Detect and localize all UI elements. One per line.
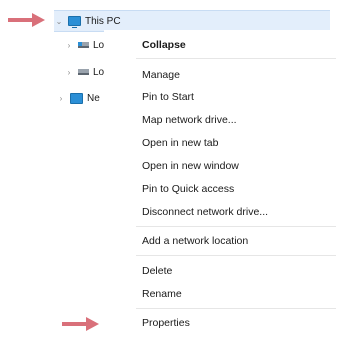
drive-icon	[78, 69, 89, 75]
menu-item-collapse[interactable]: Collapse	[142, 38, 186, 52]
explorer-screenshot: ⌄ This PC › Lo › Lo › Ne Collapse Manage…	[0, 0, 347, 339]
computer-icon	[68, 16, 81, 28]
network-icon	[70, 92, 83, 104]
menu-item-pin-to-start[interactable]: Pin to Start	[142, 90, 194, 104]
menu-item-manage[interactable]: Manage	[142, 68, 180, 82]
menu-item-rename[interactable]: Rename	[142, 287, 182, 301]
context-menu: Collapse Manage Pin to Start Map network…	[104, 30, 347, 339]
annotation-arrow-icon	[62, 317, 99, 331]
tree-item-local-disk-c[interactable]: › Lo	[64, 35, 104, 55]
menu-separator	[136, 308, 336, 309]
menu-separator	[136, 226, 336, 227]
menu-item-properties[interactable]: Properties	[142, 316, 190, 330]
tree-item-label: This PC	[85, 15, 121, 27]
chevron-right-icon[interactable]: ›	[64, 67, 74, 77]
menu-item-delete[interactable]: Delete	[142, 264, 172, 278]
chevron-right-icon[interactable]: ›	[64, 40, 74, 50]
tree-item-local-disk-d[interactable]: › Lo	[64, 62, 104, 82]
tree-item-this-pc[interactable]: ⌄ This PC	[54, 10, 330, 32]
menu-item-add-network-location[interactable]: Add a network location	[142, 234, 248, 248]
menu-item-map-network-drive[interactable]: Map network drive...	[142, 113, 237, 127]
chevron-right-icon[interactable]: ›	[56, 93, 66, 103]
tree-item-label: Lo	[93, 66, 105, 78]
tree-item-label: Lo	[93, 39, 105, 51]
annotation-arrow-icon	[8, 13, 45, 27]
menu-item-open-in-new-window[interactable]: Open in new window	[142, 159, 239, 173]
menu-separator	[136, 58, 336, 59]
chevron-down-icon[interactable]: ⌄	[54, 16, 64, 26]
tree-item-network[interactable]: › Ne	[56, 88, 100, 108]
menu-separator	[136, 255, 336, 256]
menu-item-disconnect-network-drive[interactable]: Disconnect network drive...	[142, 205, 268, 219]
system-drive-icon	[78, 42, 89, 48]
tree-item-label: Ne	[87, 92, 100, 104]
menu-item-pin-to-quick-access[interactable]: Pin to Quick access	[142, 182, 234, 196]
menu-item-open-in-new-tab[interactable]: Open in new tab	[142, 136, 218, 150]
